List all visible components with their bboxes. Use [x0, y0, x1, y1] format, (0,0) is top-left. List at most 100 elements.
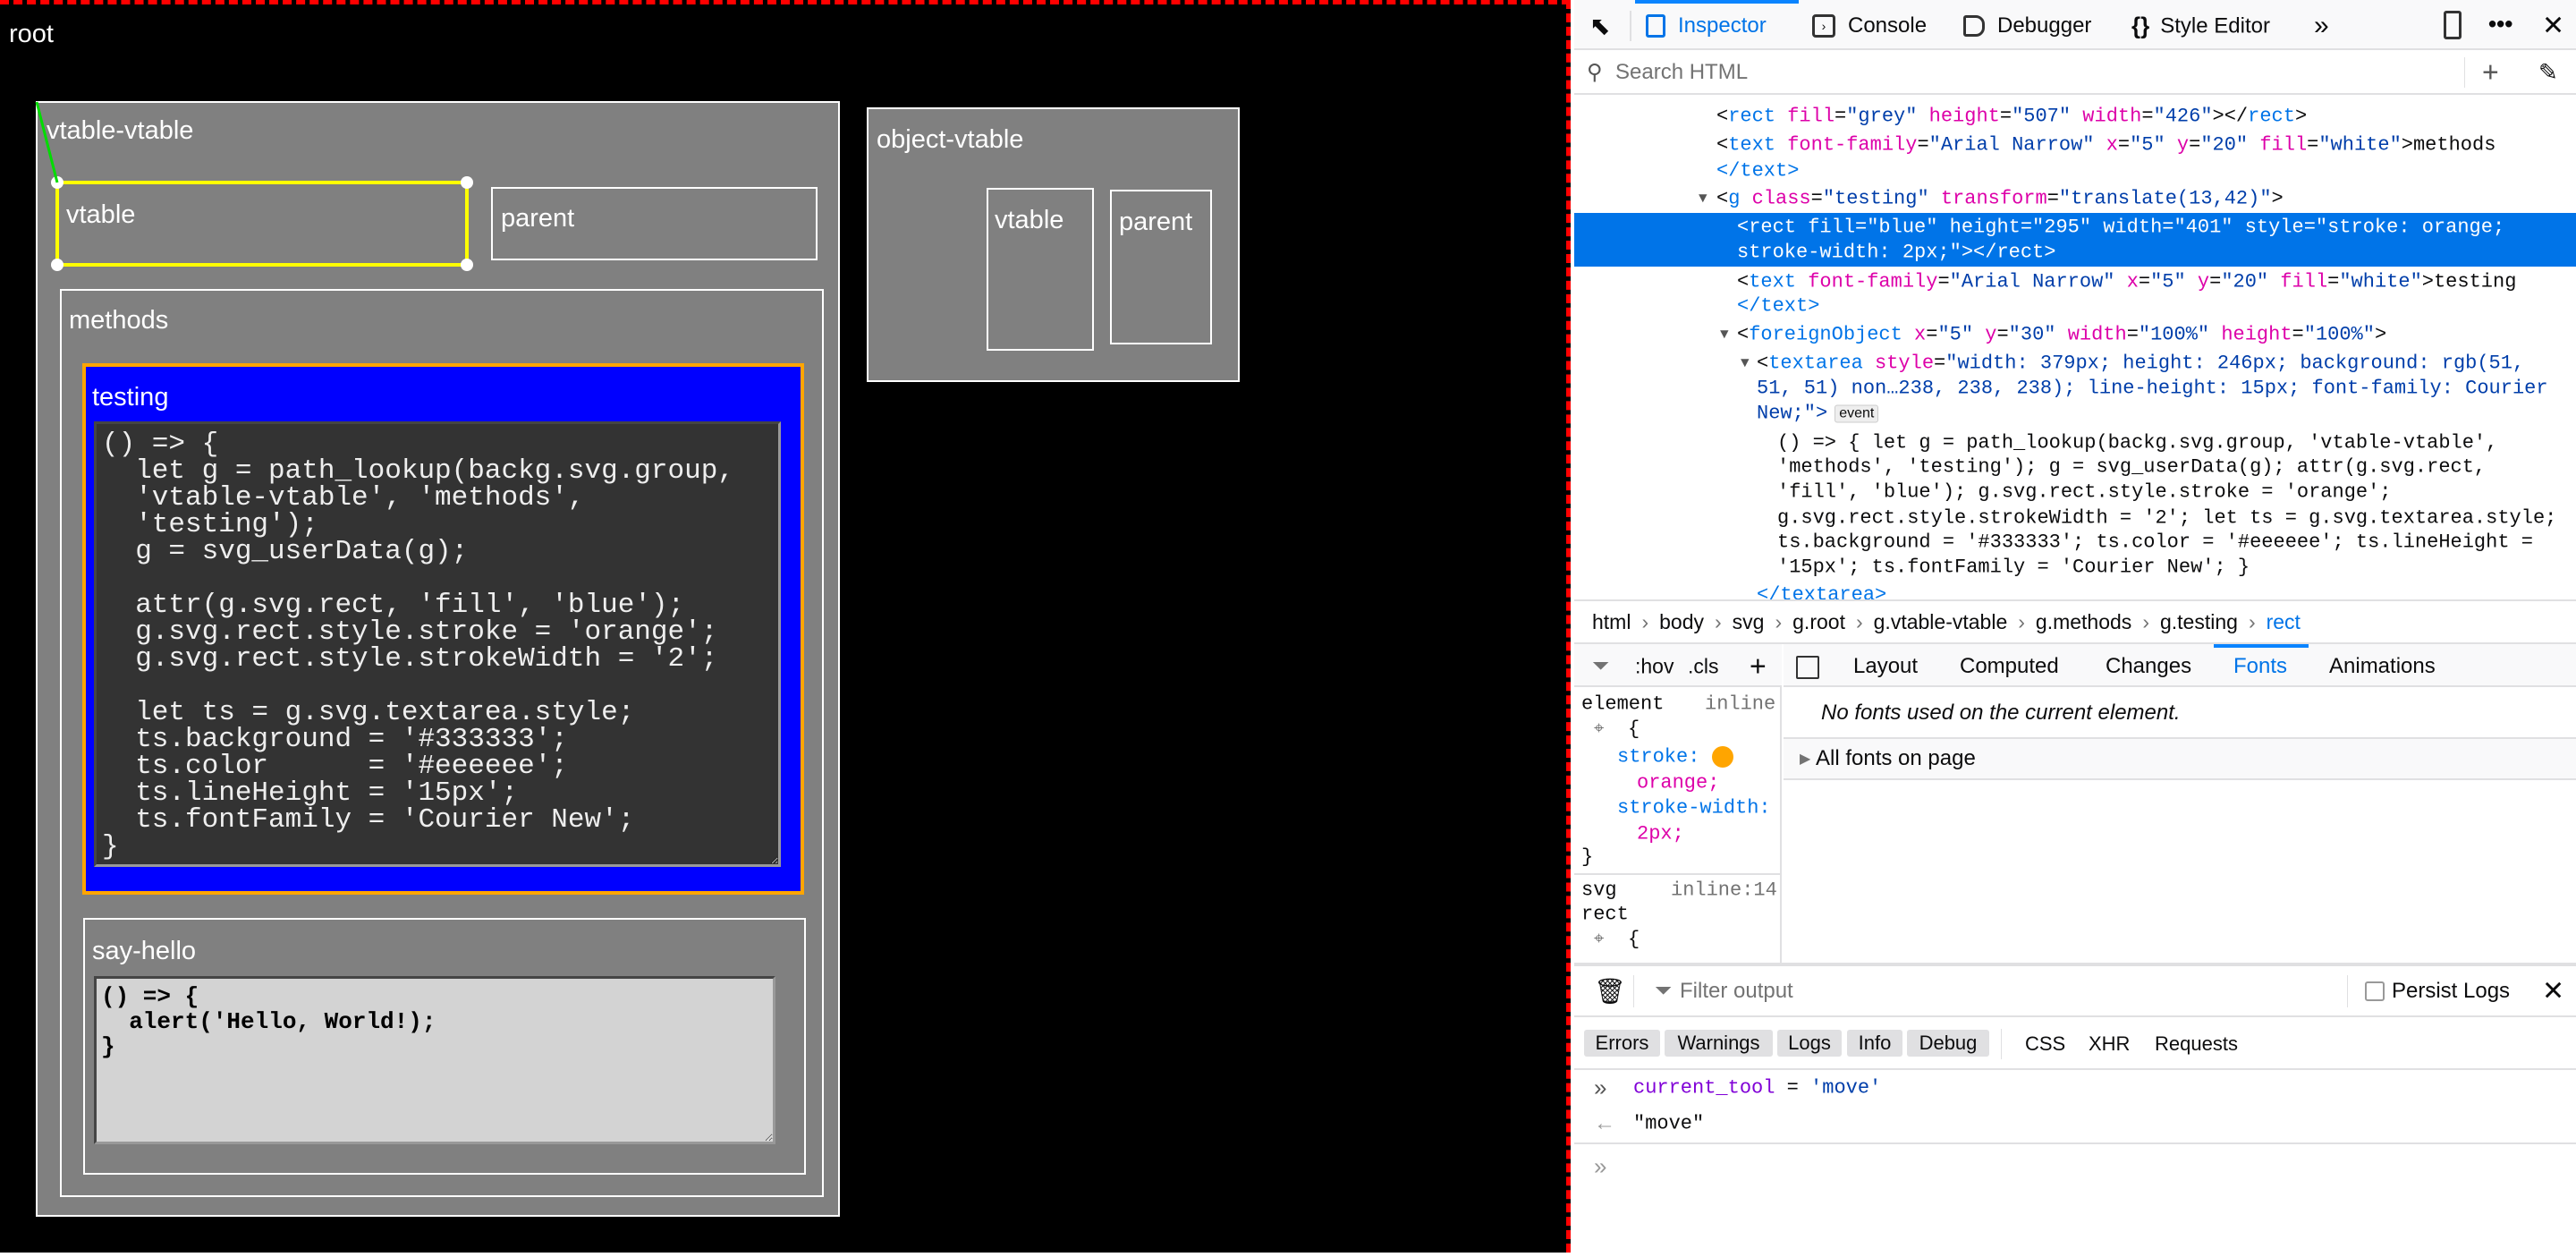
expand-triangle-icon[interactable]: ▼ [1720, 327, 1729, 343]
markup-line-textarea-cont[interactable]: 51, 51) non…238, 238, 238); line-height:… [1757, 378, 2548, 400]
breadcrumb-g-methods[interactable]: g.methods [2036, 610, 2131, 634]
toggle-sidebar-icon[interactable] [1796, 656, 1819, 679]
tab-animations[interactable]: Animations [2329, 654, 2436, 679]
tab-fonts[interactable]: Fonts [2233, 654, 2287, 679]
markup-line-textarea-end[interactable]: New;"> event [1757, 403, 1879, 425]
resize-handle-br[interactable] [461, 259, 473, 271]
markup-token: "426" [2153, 105, 2213, 128]
markup-code-line: g.svg.rect.style.strokeWidth = '2'; let … [1777, 506, 2557, 530]
value-2px[interactable]: 2px; [1637, 823, 1684, 845]
markup-line-foreignobject[interactable]: <foreignObject x="5" y="30" width="100%"… [1737, 324, 2386, 346]
svg-canvas[interactable]: root vtable-vtable vtable parent methods… [0, 0, 1571, 1253]
persist-logs-label[interactable]: Persist Logs [2392, 979, 2510, 1004]
rule-source[interactable]: inline:14 [1671, 879, 1777, 902]
resize-handle-bl[interactable] [51, 259, 64, 271]
markup-token: "20" [2200, 133, 2249, 157]
say-hello-label: say-hello [92, 937, 196, 965]
markup-line-close-textarea[interactable]: </textarea> [1757, 584, 1886, 600]
say-hello-code-textarea[interactable]: () => { alert('Hello, World!); } [94, 976, 775, 1144]
markup-token: font-family [1808, 270, 1938, 293]
filter-debug[interactable]: Debug [1907, 1030, 1989, 1057]
add-node-icon[interactable]: + [2482, 56, 2499, 89]
markup-line-textarea[interactable]: <textarea style="width: 379px; height: 2… [1757, 352, 2524, 375]
filter-css[interactable]: CSS [2025, 1032, 2065, 1056]
add-rule-icon[interactable]: + [1750, 650, 1767, 684]
eyedropper-icon[interactable]: ✎ [2538, 59, 2558, 87]
expand-triangle-icon[interactable]: ▼ [1699, 191, 1707, 207]
markup-line-selected-rect[interactable]: <rect fill="blue" height="295" width="40… [1737, 217, 2504, 239]
more-tabs-chevron-icon[interactable]: » [2314, 11, 2329, 41]
markup-token: fill [2259, 133, 2308, 157]
filter-info[interactable]: Info [1847, 1030, 1902, 1057]
markup-line-selected-rect-cont[interactable]: stroke-width: 2px;"></rect> [1737, 242, 2055, 264]
markup-token: "507" [2012, 105, 2072, 128]
markup-token: text [1728, 133, 1776, 157]
markup-line-text-methods[interactable]: <text font-family="Arial Narrow" x="5" y… [1716, 134, 2496, 157]
breadcrumb-g-testing[interactable]: g.testing [2160, 610, 2238, 634]
close-split-console-icon[interactable]: ✕ [2542, 976, 2564, 1007]
brace-open: { [1628, 718, 1640, 741]
tab-changes[interactable]: Changes [2106, 654, 2191, 679]
breadcrumb-g-root[interactable]: g.root [1792, 610, 1845, 634]
element-picker-icon[interactable]: ⬉ [1589, 12, 1610, 41]
filter-warnings[interactable]: Warnings [1665, 1030, 1773, 1057]
markup-token: y [1985, 323, 1997, 346]
markup-token: y [2197, 270, 2210, 293]
console-input-message[interactable]: current_tool = 'move' [1633, 1077, 1881, 1100]
all-fonts-label[interactable]: All fonts on page [1816, 746, 1976, 771]
filter-requests[interactable]: Requests [2155, 1032, 2238, 1056]
filter-xhr[interactable]: XHR [2089, 1032, 2130, 1056]
prop-stroke-width[interactable]: stroke-width: [1617, 797, 1771, 820]
markup-line-rect-grey[interactable]: <rect fill="grey" height="507" width="42… [1716, 106, 2307, 128]
markup-code-line: ts.background = '#333333'; ts.color = '#… [1777, 531, 2533, 554]
event-badge[interactable]: event [1835, 404, 1879, 422]
testing-code-textarea[interactable]: () => { let g = path_lookup(backg.svg.gr… [94, 421, 781, 867]
hov-button[interactable]: :hov [1635, 655, 1674, 679]
markup-token: "Arial Narrow" [1928, 133, 2095, 157]
console-result-message[interactable]: "move" [1633, 1113, 1704, 1135]
markup-line-text-testing[interactable]: <text font-family="Arial Narrow" x="5" y… [1737, 271, 2516, 293]
search-html-input[interactable]: Search HTML [1615, 60, 1748, 85]
markup-code-line: () => { let g = path_lookup(backg.svg.gr… [1777, 431, 2498, 454]
breadcrumb-rect[interactable]: rect [2267, 610, 2301, 634]
resize-handle-tr[interactable] [461, 176, 473, 189]
markup-token: g [1728, 187, 1741, 210]
filter-errors[interactable]: Errors [1584, 1030, 1660, 1057]
markup-token: "white" [2339, 270, 2422, 293]
tab-style-editor[interactable]: {} Style Editor [2131, 13, 2270, 40]
markup-view[interactable]: <rect fill="grey" height="507" width="42… [1574, 95, 2576, 599]
breadcrumb-svg[interactable]: svg [1733, 610, 1765, 634]
markup-token: rect [1728, 105, 1776, 128]
trash-icon[interactable]: 🗑 [1594, 977, 1626, 1006]
markup-line-g-testing[interactable]: <g class="testing" transform="translate(… [1716, 188, 2284, 210]
filter-logs[interactable]: Logs [1777, 1030, 1842, 1057]
persist-logs-checkbox[interactable] [2365, 981, 2385, 1001]
color-swatch[interactable] [1712, 746, 1733, 768]
markup-line-close-text[interactable]: </text> [1716, 160, 1799, 183]
tab-console[interactable]: › Console [1812, 13, 1927, 38]
expand-triangle-icon[interactable]: ▶ [1800, 750, 1810, 768]
prop-stroke[interactable]: stroke: [1617, 746, 1699, 769]
tab-debugger[interactable]: Debugger [1963, 13, 2091, 38]
tab-inspector[interactable]: Inspector [1646, 13, 1767, 38]
splitter[interactable] [1574, 963, 2576, 966]
tab-label: Style Editor [2160, 13, 2270, 38]
tab-layout[interactable]: Layout [1853, 654, 1918, 679]
breadcrumb-html[interactable]: html [1592, 610, 1631, 634]
cls-button[interactable]: .cls [1688, 655, 1719, 679]
markup-line-close-text[interactable]: </text> [1737, 295, 1819, 318]
close-devtools-icon[interactable]: ✕ [2542, 11, 2564, 42]
expand-triangle-icon[interactable]: ▼ [1741, 355, 1750, 371]
filter-icon[interactable]: ⏷ [1592, 654, 1609, 679]
filter-output-input[interactable]: Filter output [1680, 979, 1793, 1004]
breadcrumb-body[interactable]: body [1659, 610, 1704, 634]
breadcrumb-g-vtable-vtable[interactable]: g.vtable-vtable [1874, 610, 2008, 634]
more-options-icon[interactable]: ••• [2488, 11, 2512, 38]
console-input[interactable] [1628, 1149, 2567, 1247]
value-orange[interactable]: orange; [1637, 772, 1719, 794]
responsive-design-icon[interactable] [2444, 11, 2462, 39]
tab-computed[interactable]: Computed [1960, 654, 2059, 679]
rule-source[interactable]: inline [1705, 693, 1775, 716]
object-vtable-label: object-vtable [877, 125, 1023, 154]
chevron-right-icon: › [1641, 609, 1649, 633]
